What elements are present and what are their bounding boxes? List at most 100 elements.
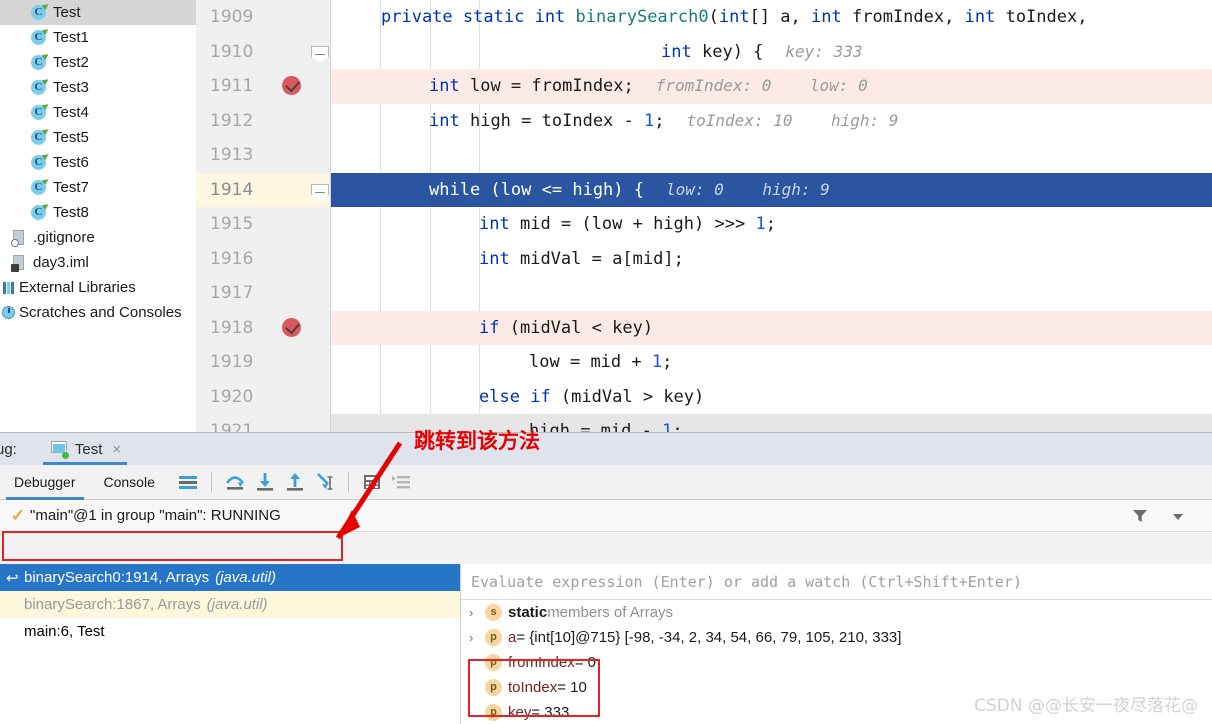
gutter-line-1918[interactable]: 1918 — [196, 311, 330, 346]
gutter-line-1915[interactable]: 1915 — [196, 207, 330, 242]
tree-item-external-libraries[interactable]: External Libraries — [0, 275, 196, 300]
chevron-down-icon[interactable] — [1170, 510, 1186, 526]
code-line-1911[interactable]: int low = fromIndex; fromIndex: 0 low: 0 — [331, 69, 1212, 104]
watermark: CSDN @@长安一夜尽落花@ — [974, 696, 1198, 716]
breakpoint-icon[interactable] — [282, 76, 301, 95]
code-fold-marker[interactable] — [311, 183, 329, 202]
evaluate-expression-input[interactable]: Evaluate expression (Enter) or add a wat… — [461, 564, 1212, 600]
code-line-1919[interactable]: low = mid + 1; — [331, 345, 1212, 380]
gutter-line-1921[interactable]: 1921 — [196, 414, 330, 432]
gutter-line-1910[interactable]: 1910 — [196, 35, 330, 70]
variable-value: = 333 — [531, 704, 570, 721]
gutter-line-1919[interactable]: 1919 — [196, 345, 330, 380]
debugger-toolbar[interactable]: Debugger Console — [0, 465, 1212, 500]
java-class-icon: C — [30, 26, 51, 47]
frame-label: binarySearch0:1914, Arrays — [24, 569, 210, 586]
run-to-cursor-icon[interactable] — [312, 469, 338, 495]
variable-name: static — [508, 604, 548, 621]
static-member-icon: s — [485, 604, 502, 621]
debug-session-tab-label: Test — [74, 440, 103, 458]
frames-list[interactable]: ↩ binarySearch0:1914, Arrays (java.util) bi… — [0, 564, 461, 724]
gutter-line-1912[interactable]: 1912 — [196, 104, 330, 139]
java-class-icon: C — [30, 76, 51, 97]
run-configuration-icon — [49, 440, 69, 459]
project-tree[interactable]: C Test C Test1 C Test2 C Test3 C Test4 C Test5 C Test… — [0, 0, 196, 432]
java-class-icon: C — [30, 126, 51, 147]
code-line-1909[interactable]: private static int binarySearch0(int[] a… — [331, 0, 1212, 35]
code-line-1912[interactable]: int high = toIndex - 1; toIndex: 10 high:… — [331, 104, 1212, 139]
show-frames-icon[interactable] — [389, 469, 415, 495]
code-line-1916[interactable]: int midVal = a[mid]; — [331, 242, 1212, 277]
frame-row[interactable]: binarySearch:1867, Arrays (java.util) — [0, 591, 460, 618]
code-line-1910[interactable]: int key) {key: 333 — [331, 35, 1212, 70]
step-out-icon[interactable] — [282, 469, 308, 495]
code-fold-marker[interactable] — [311, 45, 329, 64]
tree-item-test[interactable]: C Test — [0, 0, 196, 25]
code-line-1913[interactable] — [331, 138, 1212, 173]
code-line-text: else if (midVal > key) — [479, 386, 705, 407]
line-number: 1910 — [210, 41, 254, 62]
mute-breakpoints-icon[interactable] — [175, 469, 201, 495]
gutter-line-1920[interactable]: 1920 — [196, 380, 330, 415]
tree-item-label: External Libraries — [19, 279, 136, 296]
code-line-text: int high = toIndex - 1; — [429, 110, 665, 131]
tree-item-test7[interactable]: C Test7 — [0, 175, 196, 200]
editor-gutter[interactable]: 1909 1910 1911 1912 1913 1914 1915 1916 1917 1918… — [196, 0, 331, 432]
breakpoint-icon[interactable] — [282, 317, 301, 337]
tree-item-day3-iml[interactable]: day3.iml — [0, 250, 196, 275]
debug-tool-window: ug: Test × Debugger Console ✓ "main"@1 i… — [0, 432, 1212, 724]
tree-item-label: Test — [53, 4, 81, 21]
tree-item-scratches-and-consoles[interactable]: Scratches and Consoles — [0, 300, 196, 325]
tree-item-label: Test6 — [53, 154, 89, 171]
code-line-text: low = mid + 1; — [529, 352, 673, 372]
code-editor[interactable]: private static int binarySearch0(int[] a… — [331, 0, 1212, 432]
tab-debugger[interactable]: Debugger — [0, 465, 90, 500]
tree-item--gitignore[interactable]: .gitignore — [0, 225, 196, 250]
java-class-icon: C — [30, 176, 51, 197]
debug-session-tab[interactable]: Test × — [39, 433, 131, 465]
chevron-right-icon[interactable]: › — [469, 605, 485, 620]
gutter-line-1916[interactable]: 1916 — [196, 242, 330, 277]
java-class-icon: C — [30, 51, 51, 72]
gutter-line-1909[interactable]: 1909 — [196, 0, 330, 35]
tree-item-test8[interactable]: C Test8 — [0, 200, 196, 225]
gutter-line-1911[interactable]: 1911 — [196, 69, 330, 104]
code-line-1917[interactable] — [331, 276, 1212, 311]
tree-item-label: day3.iml — [33, 254, 89, 271]
frame-row[interactable]: main:6, Test — [0, 618, 460, 645]
variable-row[interactable]: › s static members of Arrays — [461, 600, 1212, 625]
gutter-line-1913[interactable]: 1913 — [196, 138, 330, 173]
tree-item-test1[interactable]: C Test1 — [0, 25, 196, 50]
variable-row[interactable]: p fromIndex = 0 — [461, 650, 1212, 675]
filter-icon[interactable] — [1130, 506, 1150, 529]
tab-console[interactable]: Console — [90, 465, 169, 500]
close-icon[interactable]: × — [112, 441, 121, 458]
evaluate-expression-icon[interactable] — [359, 469, 385, 495]
tree-item-test6[interactable]: C Test6 — [0, 150, 196, 175]
code-line-1918[interactable]: if (midVal < key) — [331, 310, 1212, 345]
line-number: 1920 — [210, 386, 254, 407]
threads-row[interactable]: ✓ "main"@1 in group "main": RUNNING — [0, 500, 1212, 532]
variable-name: key — [508, 704, 532, 721]
tree-item-label: .gitignore — [33, 229, 95, 246]
tree-item-test5[interactable]: C Test5 — [0, 125, 196, 150]
tree-item-test3[interactable]: C Test3 — [0, 75, 196, 100]
code-line-1920[interactable]: else if (midVal > key) — [331, 380, 1212, 415]
chevron-right-icon[interactable]: › — [469, 630, 485, 645]
gutter-line-1914[interactable]: 1914 — [196, 172, 330, 207]
frame-package: (java.util) — [215, 569, 276, 586]
line-number: 1921 — [210, 421, 254, 432]
variable-row[interactable]: › p a = {int[10]@715} [-98, -34, 2, 34, 54… — [461, 625, 1212, 650]
tree-item-test4[interactable]: C Test4 — [0, 100, 196, 125]
code-line-1915[interactable]: int mid = (low + high) >>> 1; — [331, 207, 1212, 242]
tree-item-test2[interactable]: C Test2 — [0, 50, 196, 75]
step-into-icon[interactable] — [252, 469, 278, 495]
frame-row[interactable]: ↩ binarySearch0:1914, Arrays (java.util) — [0, 564, 460, 591]
parameter-icon: p — [485, 654, 502, 671]
gutter-line-1917[interactable]: 1917 — [196, 276, 330, 311]
frame-package: (java.util) — [206, 596, 268, 613]
inline-debug-hint: key: 333 — [785, 41, 863, 61]
step-over-icon[interactable] — [222, 469, 248, 495]
code-line-1914[interactable]: while (low <= high) {low: 0 high: 9 — [331, 172, 1212, 207]
inline-debug-hint: fromIndex: 0 low: 0 — [655, 76, 868, 95]
